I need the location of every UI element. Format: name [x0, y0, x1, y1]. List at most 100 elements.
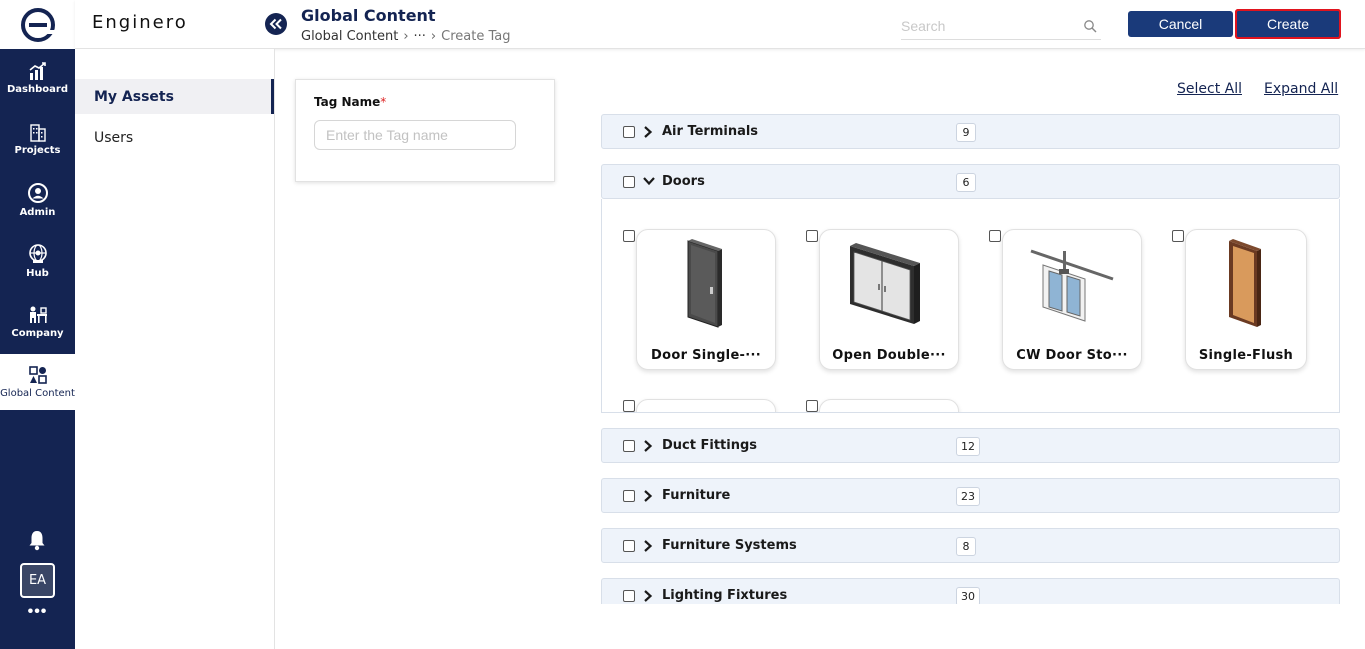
asset-card[interactable]: Open Double··· — [819, 229, 959, 370]
asset-checkbox[interactable] — [623, 230, 635, 242]
asset-name: Open Double··· — [832, 348, 946, 363]
rail-item-label: Projects — [14, 145, 61, 156]
select-all-link[interactable]: Select All — [1177, 81, 1242, 97]
breadcrumb: Global Content › ··· › Create Tag — [301, 29, 510, 44]
required-marker: * — [380, 95, 387, 109]
category-count-badge: 30 — [956, 587, 980, 604]
asset-name: CW Door Sto··· — [1016, 348, 1128, 363]
search-box — [901, 14, 1101, 40]
rail-item-global-content[interactable]: Global Content — [0, 354, 75, 410]
asset-card[interactable] — [819, 399, 959, 412]
category-count-badge: 12 — [956, 437, 980, 456]
breadcrumb-separator: › — [403, 29, 409, 44]
chevron-right-icon[interactable] — [642, 439, 654, 453]
asset-checkbox[interactable] — [1172, 230, 1184, 242]
category-checkbox[interactable] — [623, 590, 635, 602]
search-icon[interactable] — [1083, 19, 1097, 33]
breadcrumb-root[interactable]: Global Content — [301, 29, 398, 44]
asset-checkbox[interactable] — [806, 230, 818, 242]
app-logo[interactable] — [0, 0, 75, 49]
category-checkbox[interactable] — [623, 440, 635, 452]
category-name: Doors — [662, 174, 705, 189]
chevron-right-icon[interactable] — [642, 489, 654, 503]
rail-item-label: Admin — [19, 207, 56, 218]
category-name: Lighting Fixtures — [662, 588, 788, 603]
globe-user-icon — [28, 244, 47, 263]
rail-item-company[interactable]: Company — [0, 293, 75, 351]
tag-name-input[interactable] — [314, 120, 516, 150]
chevron-down-icon[interactable] — [642, 175, 656, 187]
asset-checkbox[interactable] — [989, 230, 1001, 242]
asset-card[interactable]: Door Single-··· — [636, 229, 776, 370]
rail-item-dashboard[interactable]: Dashboard — [0, 49, 75, 107]
curtain-wall-door-icon — [1030, 249, 1114, 322]
asset-card[interactable]: Single-Flush — [1185, 229, 1307, 370]
rail-item-label: Hub — [26, 268, 49, 279]
category-name: Duct Fittings — [662, 438, 758, 453]
category-row-furniture[interactable]: Furniture 23 — [601, 478, 1340, 513]
bulk-actions: Select All Expand All — [1177, 81, 1338, 97]
category-name: Furniture Systems — [662, 538, 797, 553]
rail-item-projects[interactable]: Projects — [0, 110, 75, 168]
rail-item-label: Company — [11, 328, 64, 339]
company-desk-icon — [29, 306, 47, 323]
chevron-right-icon[interactable] — [642, 589, 654, 603]
page-title: Global Content — [301, 6, 436, 25]
category-row-furniture-systems[interactable]: Furniture Systems 8 — [601, 528, 1340, 563]
rail-item-label: Global Content — [0, 387, 75, 399]
secondary-nav: My Assets Users — [75, 49, 275, 649]
breadcrumb-current: Create Tag — [441, 29, 511, 44]
subnav-item-my-assets[interactable]: My Assets — [75, 79, 274, 114]
chevron-right-icon[interactable] — [642, 539, 654, 553]
category-name: Furniture — [662, 488, 731, 503]
category-count-badge: 23 — [956, 487, 980, 506]
flush-door-icon — [1229, 238, 1261, 327]
asset-checkbox[interactable] — [623, 400, 635, 412]
search-input[interactable] — [901, 14, 1076, 38]
asset-card[interactable] — [636, 399, 776, 412]
notifications-bell[interactable] — [27, 529, 47, 556]
asset-thumbnail — [820, 235, 958, 330]
asset-name: Door Single-··· — [651, 348, 761, 363]
dashboard-chart-icon — [29, 62, 46, 80]
collapse-sidebar-button[interactable] — [265, 13, 287, 35]
asset-checkbox[interactable] — [806, 400, 818, 412]
more-menu-icon[interactable]: ••• — [0, 603, 75, 621]
create-button[interactable]: Create — [1235, 9, 1341, 39]
category-name: Air Terminals — [662, 124, 759, 139]
category-checkbox[interactable] — [623, 540, 635, 552]
user-circle-icon — [27, 183, 48, 203]
tag-name-label-text: Tag Name — [314, 95, 381, 109]
bell-icon — [29, 531, 45, 551]
category-row-duct-fittings[interactable]: Duct Fittings 12 — [601, 428, 1340, 463]
cancel-button[interactable]: Cancel — [1128, 11, 1233, 37]
single-door-icon — [687, 238, 722, 328]
left-rail: Dashboard Projects Admin Hub Company Glo… — [0, 0, 75, 649]
breadcrumb-ellipsis[interactable]: ··· — [414, 29, 426, 44]
building-icon — [29, 124, 46, 142]
scroll-clip: Lighting Fixtures 30 — [601, 578, 1340, 604]
double-door-icon — [850, 242, 920, 324]
tag-name-label: Tag Name* — [314, 95, 386, 109]
rail-item-label: Dashboard — [7, 84, 68, 95]
expand-all-link[interactable]: Expand All — [1264, 81, 1338, 97]
rail-item-hub[interactable]: Hub — [0, 232, 75, 290]
category-row-lighting-fixtures[interactable]: Lighting Fixtures 30 — [601, 578, 1340, 604]
category-checkbox[interactable] — [623, 176, 635, 188]
asset-card[interactable]: CW Door Sto··· — [1002, 229, 1142, 370]
category-checkbox[interactable] — [623, 126, 635, 138]
doors-asset-panel: Door Single-··· Open Double··· CW Door S… — [601, 199, 1340, 413]
chevron-right-icon[interactable] — [642, 125, 654, 139]
subnav-item-users[interactable]: Users — [75, 120, 274, 155]
asset-name: Single-Flush — [1198, 348, 1294, 363]
breadcrumb-separator: › — [430, 29, 437, 44]
rail-item-admin[interactable]: Admin — [0, 171, 75, 229]
avatar[interactable]: EA — [20, 563, 55, 598]
top-header: Enginero Global Content Global Content ›… — [75, 0, 1365, 49]
category-count-badge: 9 — [956, 123, 976, 142]
category-row-air-terminals[interactable]: Air Terminals 9 — [601, 114, 1340, 149]
app-root: Dashboard Projects Admin Hub Company Glo… — [0, 0, 1365, 649]
double-chevron-left-icon — [269, 18, 282, 30]
category-row-doors[interactable]: Doors 6 — [601, 164, 1340, 199]
category-checkbox[interactable] — [623, 490, 635, 502]
